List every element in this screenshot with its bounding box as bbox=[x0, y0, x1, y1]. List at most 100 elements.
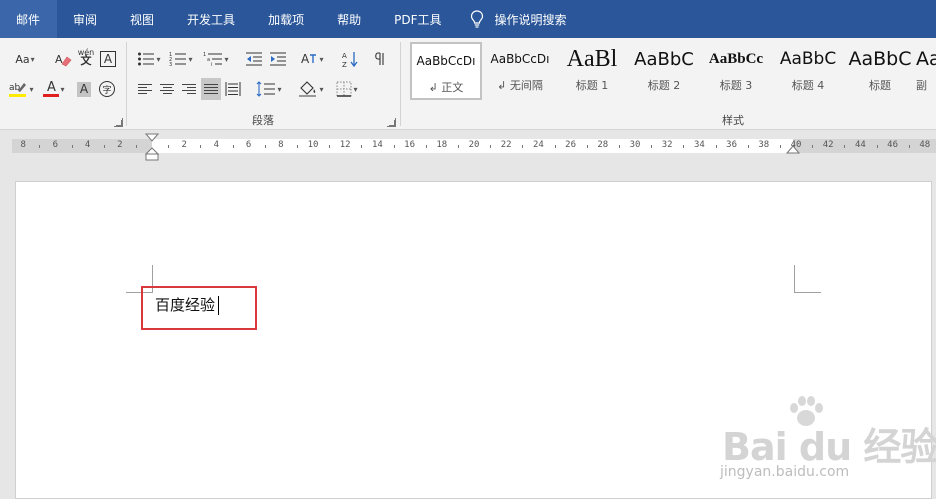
clear-formatting-button[interactable]: A bbox=[52, 48, 74, 70]
ruler-tick bbox=[651, 145, 653, 148]
ruler-tick bbox=[103, 145, 105, 148]
svg-text:a: a bbox=[207, 57, 210, 63]
watermark-brand: Bai du 经验 bbox=[722, 425, 936, 469]
style-subtitle[interactable]: Aa 副 bbox=[916, 42, 936, 100]
style-heading-1[interactable]: AaBl 标题 1 bbox=[556, 42, 628, 100]
numbering-button[interactable]: 123 ▾ bbox=[167, 48, 195, 70]
watermark-url: jingyan.baidu.com bbox=[720, 464, 850, 480]
ruler-number: 4 bbox=[84, 140, 91, 150]
change-case-label: Aa bbox=[15, 52, 30, 66]
ruler-tick bbox=[779, 145, 781, 148]
character-shading-button[interactable]: A bbox=[74, 78, 94, 100]
decrease-indent-button[interactable] bbox=[243, 48, 265, 70]
character-border-button[interactable]: A bbox=[98, 48, 118, 70]
ruler-tick bbox=[296, 145, 298, 148]
svg-text:1: 1 bbox=[203, 52, 206, 58]
line-spacing-button[interactable]: ▾ bbox=[253, 78, 285, 100]
align-left-button[interactable] bbox=[135, 78, 155, 100]
borders-button[interactable]: ▾ bbox=[331, 78, 363, 100]
margin-corner-mark bbox=[794, 265, 795, 293]
numbering-icon: 123 bbox=[169, 52, 187, 67]
horizontal-ruler[interactable]: 8 6 4 2 2 4 6 8 10 12 14 16 18 20 22 24 26 28 30 32 34 36 38 40… bbox=[0, 131, 936, 161]
first-line-indent-marker[interactable] bbox=[145, 133, 159, 162]
tab-developer[interactable]: 开发工具 bbox=[171, 0, 252, 38]
tab-review[interactable]: 审阅 bbox=[57, 0, 114, 38]
ruler-tick bbox=[490, 145, 492, 148]
character-shading-icon: A bbox=[76, 81, 92, 97]
style-heading-4[interactable]: AaBbC 标题 4 bbox=[772, 42, 844, 100]
style-name: ↲ 正文 bbox=[428, 81, 464, 94]
style-preview: AaBbCcDı bbox=[416, 54, 476, 68]
style-name: 标题 bbox=[869, 79, 891, 92]
sort-az-icon: AZ bbox=[342, 52, 358, 68]
ruler-number: 36 bbox=[726, 140, 738, 150]
ruler-number: 48 bbox=[919, 140, 931, 150]
ruler-number: 30 bbox=[629, 140, 641, 150]
ruler-tick bbox=[425, 145, 427, 148]
font-group: Aa ▾ A wén 文 A ab ▾ A ▾ A 字 bbox=[0, 38, 126, 130]
align-center-icon bbox=[160, 84, 174, 94]
bullets-button[interactable]: ▾ bbox=[135, 48, 163, 70]
tab-addins[interactable]: 加载项 bbox=[252, 0, 321, 38]
ruler-number: 44 bbox=[854, 140, 866, 150]
styles-group-label: 样式 bbox=[722, 114, 744, 127]
show-marks-button[interactable] bbox=[369, 48, 391, 70]
align-center-button[interactable] bbox=[157, 78, 177, 100]
align-right-icon bbox=[182, 84, 196, 94]
font-dialog-launcher[interactable] bbox=[114, 118, 123, 127]
increase-indent-button[interactable] bbox=[267, 48, 289, 70]
right-indent-marker[interactable] bbox=[786, 145, 800, 155]
ruler-tick bbox=[586, 145, 588, 148]
chinese-layout-button[interactable]: A ▾ bbox=[297, 48, 327, 70]
distributed-button[interactable] bbox=[223, 78, 243, 100]
tell-me-search[interactable]: 操作说明搜索 bbox=[458, 0, 567, 38]
paragraph-dialog-launcher[interactable] bbox=[387, 118, 396, 127]
eraser-icon: A bbox=[55, 53, 72, 67]
ruler-number: 18 bbox=[436, 140, 448, 150]
phonetic-guide-button[interactable]: wén 文 bbox=[76, 46, 96, 68]
multilevel-list-button[interactable]: 1ai ▾ bbox=[201, 48, 231, 70]
change-case-button[interactable]: Aa ▾ bbox=[8, 48, 42, 70]
style-preview: AaBbCcDı bbox=[490, 52, 550, 66]
shading-button[interactable]: ▾ bbox=[295, 78, 327, 100]
ruler-tick bbox=[844, 145, 846, 148]
ruler-tick bbox=[393, 145, 395, 148]
margin-corner-mark bbox=[794, 292, 821, 293]
ruler-number: 34 bbox=[693, 140, 705, 150]
style-title[interactable]: AaBbC 标题 bbox=[844, 42, 916, 100]
tab-mailings[interactable]: 邮件 bbox=[0, 0, 58, 38]
bullets-icon bbox=[138, 52, 155, 66]
style-no-spacing[interactable]: AaBbCcDı ↲ 无间隔 bbox=[484, 42, 556, 100]
ruler-tick bbox=[361, 145, 363, 148]
ruler-tick bbox=[908, 145, 910, 148]
document-text[interactable]: 百度经验 bbox=[155, 294, 215, 315]
ruler-number: 4 bbox=[213, 140, 220, 150]
style-preview: AaBbCc bbox=[708, 50, 764, 67]
tab-view[interactable]: 视图 bbox=[114, 0, 171, 38]
ruler-number: 42 bbox=[822, 140, 834, 150]
enclose-characters-button[interactable]: 字 bbox=[96, 78, 118, 100]
font-color-button[interactable]: A ▾ bbox=[38, 78, 70, 100]
highlight-color-button[interactable]: ab ▾ bbox=[6, 78, 36, 100]
justify-button[interactable] bbox=[201, 78, 221, 100]
style-normal[interactable]: AaBbCcDı ↲ 正文 bbox=[410, 42, 482, 100]
sort-button[interactable]: AZ bbox=[339, 48, 361, 70]
ruler-number: 20 bbox=[468, 140, 480, 150]
ruler-tick bbox=[39, 145, 41, 148]
align-left-icon bbox=[138, 84, 152, 94]
ribbon-home: Aa ▾ A wén 文 A ab ▾ A ▾ A 字 ▾ 1 2 3 ▾ 1 … bbox=[0, 38, 936, 130]
style-name: 副 bbox=[916, 79, 927, 92]
tab-pdf-tools[interactable]: PDF工具 bbox=[378, 0, 458, 38]
tell-me-label: 操作说明搜索 bbox=[494, 12, 567, 27]
tab-help[interactable]: 帮助 bbox=[321, 0, 378, 38]
paragraph-group: ▾ 123 ▾ 1ai ▾ A ▾ A Z ▾ ▾ ▾ 段落 bbox=[127, 38, 399, 130]
ruler-tick bbox=[522, 145, 524, 148]
font-color-icon: A bbox=[43, 81, 60, 97]
line-spacing-icon bbox=[257, 81, 276, 97]
lightbulb-icon bbox=[471, 10, 484, 28]
style-heading-3[interactable]: AaBbCc 标题 3 bbox=[700, 42, 772, 100]
align-right-button[interactable] bbox=[179, 78, 199, 100]
ruler-number: 12 bbox=[339, 140, 351, 150]
svg-text:A: A bbox=[342, 52, 347, 60]
style-heading-2[interactable]: AaBbC 标题 2 bbox=[628, 42, 700, 100]
